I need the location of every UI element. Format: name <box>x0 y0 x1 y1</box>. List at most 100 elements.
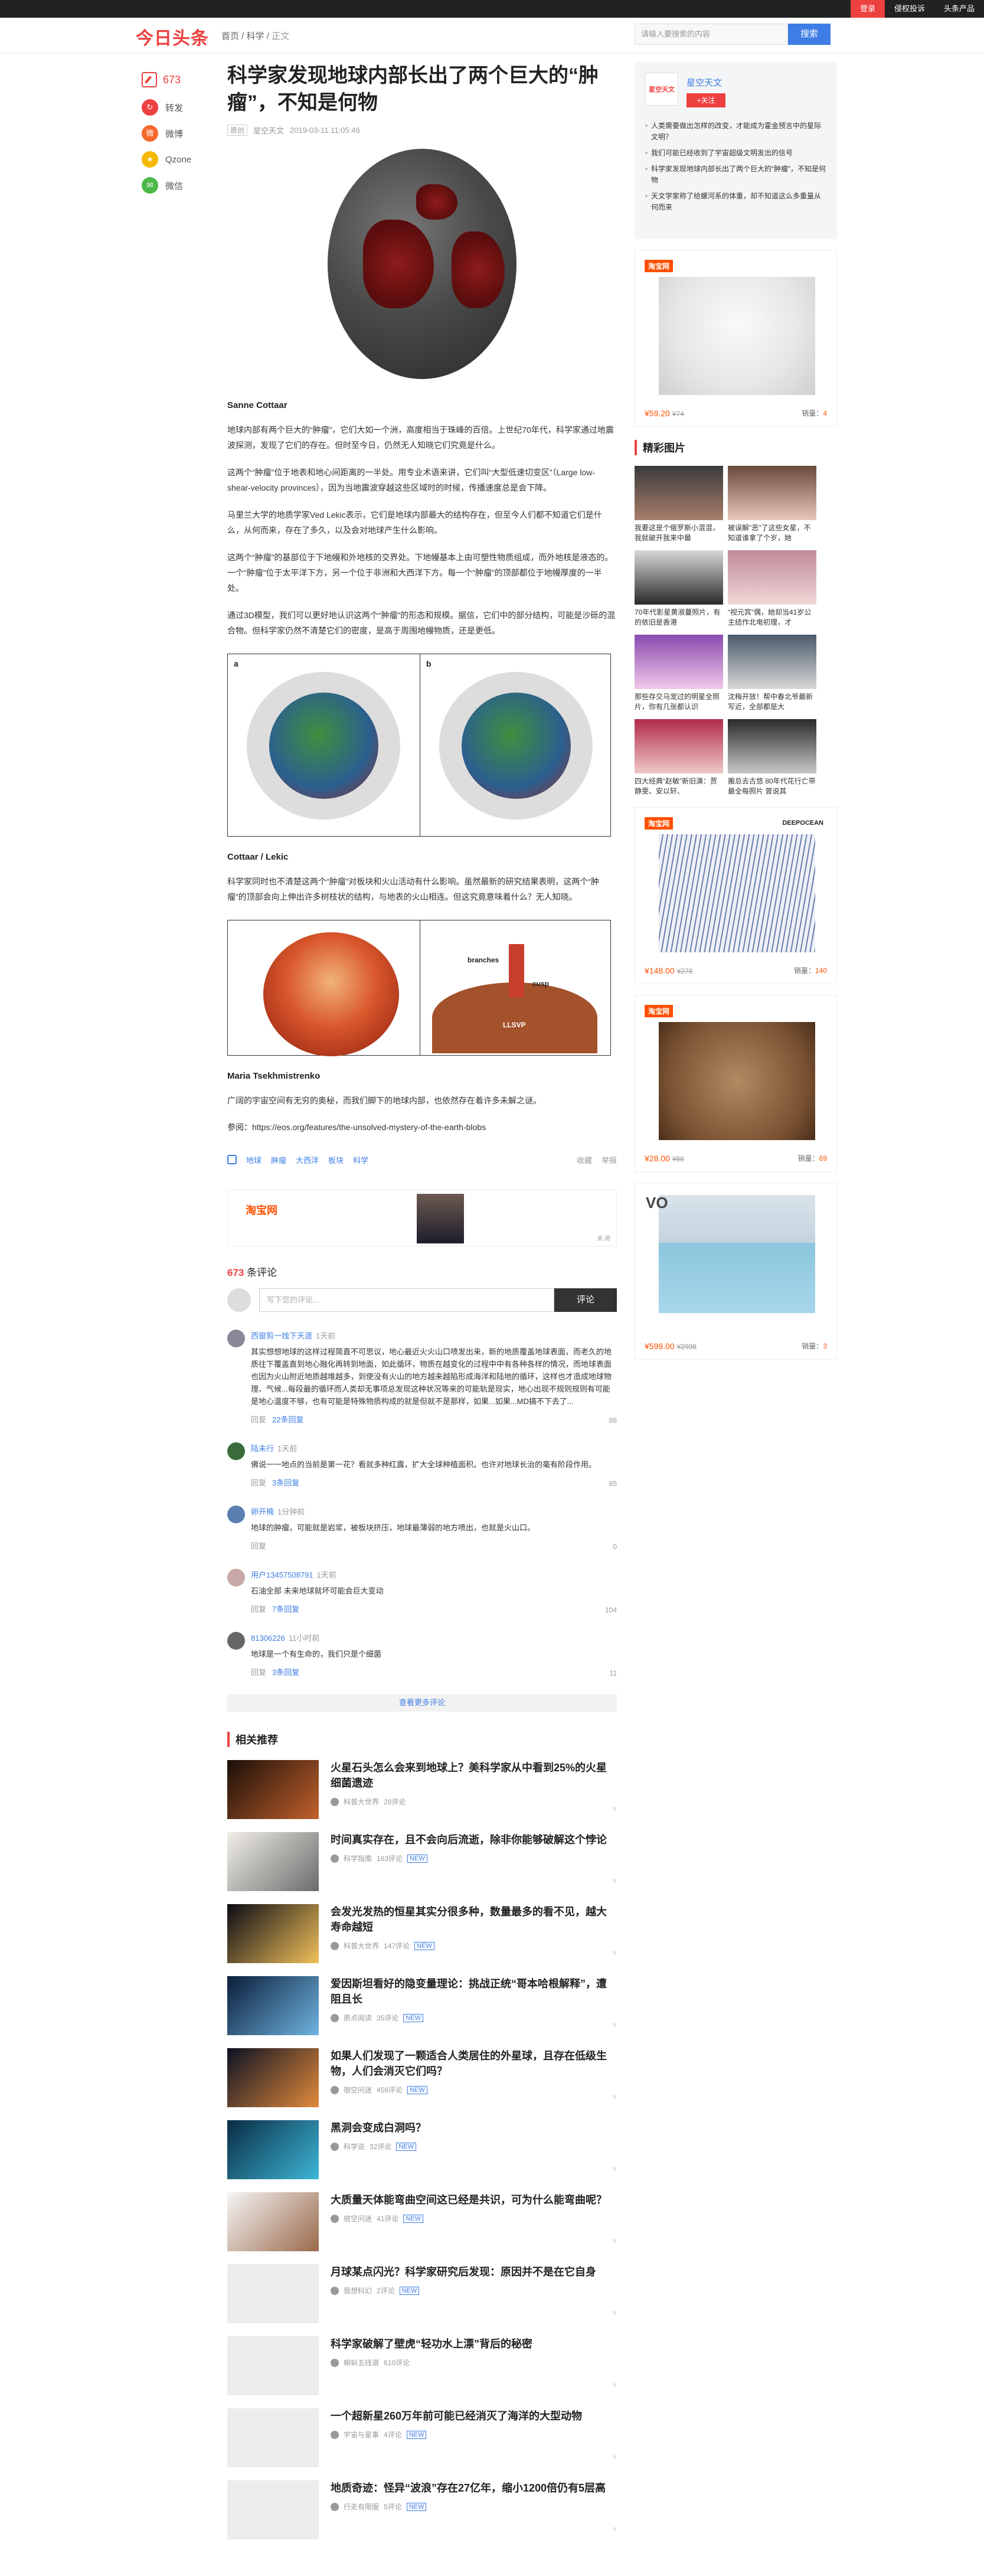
reply-button[interactable]: 回复 <box>251 1477 266 1488</box>
author-logo[interactable]: 星空天文 <box>645 73 678 106</box>
recommend-source[interactable]: 科普大世界 <box>344 1941 379 1951</box>
replies-link[interactable]: 7条回复 <box>272 1603 299 1614</box>
tag-link[interactable]: 大西洋 <box>296 1154 319 1165</box>
like-count[interactable]: 85 <box>609 1480 617 1488</box>
recommend-source[interactable]: 科学说 <box>344 2141 365 2151</box>
dismiss-icon[interactable]: × <box>612 1804 617 1813</box>
comment-input[interactable]: 写下您的评论... <box>259 1288 554 1312</box>
collect-button[interactable]: 收藏 <box>577 1154 592 1165</box>
gallery-caption[interactable]: 我要这是个俄罗斯小混混，我就破开我来中最 <box>635 523 723 543</box>
recommend-item[interactable]: 时间真实存在，且不会向后流逝，除非你能够破解这个悖论 科学指南 163评论 NEW × <box>227 1832 617 1891</box>
like-count[interactable]: 86 <box>609 1416 617 1425</box>
gallery-caption[interactable]: 70年代影星黄淑蔓照片，有的依旧是香港 <box>635 608 723 628</box>
reply-button[interactable]: 回复 <box>251 1603 266 1614</box>
comment-username[interactable]: 81306226 <box>251 1634 285 1643</box>
avatar[interactable] <box>227 1330 245 1347</box>
gallery-caption[interactable]: 四大经典“赵敏”新旧演：贾静雯、安以轩、 <box>635 776 723 796</box>
recommend-thumbnail[interactable] <box>227 1904 319 1963</box>
report-button[interactable]: 举报 <box>601 1154 617 1165</box>
comment-username[interactable]: 用户13457508791 <box>251 1571 313 1579</box>
gallery-image[interactable] <box>635 550 723 605</box>
like-count[interactable]: 104 <box>605 1606 617 1614</box>
replies-link[interactable]: 3条回复 <box>272 1477 299 1488</box>
gallery-item[interactable]: 那些存交马宠过的明星全照片，你有几张都认识 <box>635 635 723 712</box>
gallery-image[interactable] <box>728 719 816 773</box>
recommend-thumbnail[interactable] <box>227 2048 319 2107</box>
author-article-link[interactable]: 科学家发现地球内部长出了两个巨大的“肿瘤”，不知是何物 <box>645 164 826 186</box>
dismiss-icon[interactable]: × <box>612 2236 617 2245</box>
gallery-item[interactable]: 被误解"恶"了这些女星，不知道谁拿了个岁，她 <box>728 466 816 543</box>
sidebar-ad[interactable]: VO ¥599.00 ¥2998 销量：3 <box>635 1183 837 1360</box>
breadcrumb-category[interactable]: 科学 <box>247 31 264 41</box>
recommend-item[interactable]: 大质量天体能弯曲空间这已经是共识，可为什么能弯曲呢？ 宿空问迷 41评论 NEW × <box>227 2192 617 2251</box>
sidebar-ad[interactable]: 淘宝网 DEEPOCEAN ¥148.00 ¥278 销量：140 <box>635 807 837 984</box>
recommend-thumbnail[interactable] <box>227 1760 319 1819</box>
recommend-thumbnail[interactable] <box>227 2264 319 2323</box>
avatar[interactable] <box>227 1632 245 1650</box>
recommend-source[interactable]: 科学指南 <box>344 1853 372 1863</box>
recommend-thumbnail[interactable] <box>227 2192 319 2251</box>
recommend-item[interactable]: 会发光发热的恒星其实分很多种，数量最多的看不见，越大寿命越短 科普大世界 147评论… <box>227 1904 617 1963</box>
dismiss-icon[interactable]: × <box>612 2164 617 2173</box>
products-link[interactable]: 头条产品 <box>934 0 984 18</box>
like-count[interactable]: 0 <box>613 1543 617 1551</box>
dismiss-icon[interactable]: × <box>612 1876 617 1885</box>
tag-link[interactable]: 板块 <box>328 1154 344 1165</box>
recommend-thumbnail[interactable] <box>227 1976 319 2035</box>
recommend-item[interactable]: 爱因斯坦看好的隐变量理论：挑战正统“哥本哈根解释”，遭阻且长 原点阅读 35评论 NE… <box>227 1976 617 2035</box>
gallery-item[interactable]: 搬总去古悠 80年代花行亡带最全每照片 曾说其 <box>728 719 816 796</box>
gallery-caption[interactable]: 那些存交马宠过的明星全照片，你有几张都认识 <box>635 692 723 712</box>
recommend-title[interactable]: 火星石头怎么会来到地球上？美科学家从中看到25%的火星细菌遗迹 <box>331 1760 617 1791</box>
comment-user[interactable]: 西窗剪一烛下天涯 1天前 <box>251 1330 617 1341</box>
dismiss-icon[interactable]: × <box>612 1948 617 1957</box>
follow-button[interactable]: +关注 <box>686 93 725 107</box>
tag-link[interactable]: 地球 <box>246 1154 261 1165</box>
comment-username[interactable]: 卵开楠 <box>251 1507 274 1516</box>
recommend-source[interactable]: 我想科幻 <box>344 2286 372 2296</box>
search-input[interactable]: 请输入要搜索的内容 <box>635 24 788 45</box>
recommend-source[interactable]: 科普大世界 <box>344 1797 379 1807</box>
comment-user[interactable]: 卵开楠 1分钟前 <box>251 1506 617 1517</box>
share-weibo[interactable]: 微微博 <box>142 123 207 143</box>
reply-button[interactable]: 回复 <box>251 1540 266 1551</box>
recommend-title[interactable]: 月球某点闪光？科学家研究后发现：原因并不是在它自身 <box>331 2264 617 2280</box>
gallery-image[interactable] <box>728 635 816 689</box>
recommend-source[interactable]: 宿空问迷 <box>344 2213 372 2224</box>
recommend-item[interactable]: 一个超新星260万年前可能已经消灭了海洋的大型动物 宇宙与星事 4评论 NEW × <box>227 2408 617 2467</box>
comment-count-button[interactable]: 673 <box>142 68 207 92</box>
gallery-caption[interactable]: “视元宾”偶，她却当41岁公主结作北电初理，才 <box>728 608 816 628</box>
reply-button[interactable]: 回复 <box>251 1413 266 1425</box>
sidebar-ad[interactable]: 淘宝网 ¥59.20 ¥74 销量：4 <box>635 250 837 427</box>
recommend-title[interactable]: 黑洞会变成白洞吗？ <box>331 2120 617 2136</box>
more-comments-button[interactable]: 查看更多评论 <box>227 1694 617 1712</box>
author-article-link[interactable]: 人类需要做出怎样的改变，才能成为霍金预言中的星际文明？ <box>645 120 826 143</box>
dismiss-icon[interactable]: × <box>612 2524 617 2533</box>
recommend-thumbnail[interactable] <box>227 1832 319 1891</box>
comment-user[interactable]: 用户13457508791 1天前 <box>251 1569 617 1580</box>
dismiss-icon[interactable]: × <box>612 2452 617 2461</box>
recommend-title[interactable]: 一个超新星260万年前可能已经消灭了海洋的大型动物 <box>331 2408 617 2424</box>
recommend-title[interactable]: 会发光发热的恒星其实分很多种，数量最多的看不见，越大寿命越短 <box>331 1904 617 1935</box>
gallery-image[interactable] <box>728 550 816 605</box>
gallery-item[interactable]: “视元宾”偶，她却当41岁公主结作北电初理，才 <box>728 550 816 628</box>
gallery-caption[interactable]: 被误解"恶"了这些女星，不知道谁拿了个岁，她 <box>728 523 816 543</box>
avatar[interactable] <box>227 1442 245 1460</box>
dismiss-icon[interactable]: × <box>612 2092 617 2101</box>
recommend-thumbnail[interactable] <box>227 2120 319 2179</box>
recommend-item[interactable]: 科学家破解了壁虎“轻功水上漂”背后的秘密 蝌蚪五线谱 610评论 × <box>227 2336 617 2395</box>
author-name[interactable]: 星空天文 <box>686 76 725 89</box>
comment-username[interactable]: 陆未行 <box>251 1444 274 1453</box>
recommend-title[interactable]: 如果人们发现了一颗适合人类居住的外星球，且存在低级生物，人们会消灭它们吗？ <box>331 2048 617 2079</box>
gallery-image[interactable] <box>635 466 723 520</box>
recommend-source[interactable]: 宇宙与星事 <box>344 2430 379 2440</box>
recommend-thumbnail[interactable] <box>227 2480 319 2539</box>
gallery-item[interactable]: 四大经典“赵敏”新旧演：贾静雯、安以轩、 <box>635 719 723 796</box>
tag-link[interactable]: 肿瘤 <box>271 1154 286 1165</box>
comment-submit-button[interactable]: 评论 <box>554 1288 617 1312</box>
gallery-caption[interactable]: 沈梅开放！帮中春北爷最新写近，全部都是大 <box>728 692 816 712</box>
reply-button[interactable]: 回复 <box>251 1666 266 1677</box>
recommend-title[interactable]: 时间真实存在，且不会向后流逝，除非你能够破解这个悖论 <box>331 1832 617 1847</box>
breadcrumb-home[interactable]: 首页 <box>221 31 239 41</box>
gallery-image[interactable] <box>728 466 816 520</box>
recommend-source[interactable]: 原点阅读 <box>344 2013 372 2023</box>
